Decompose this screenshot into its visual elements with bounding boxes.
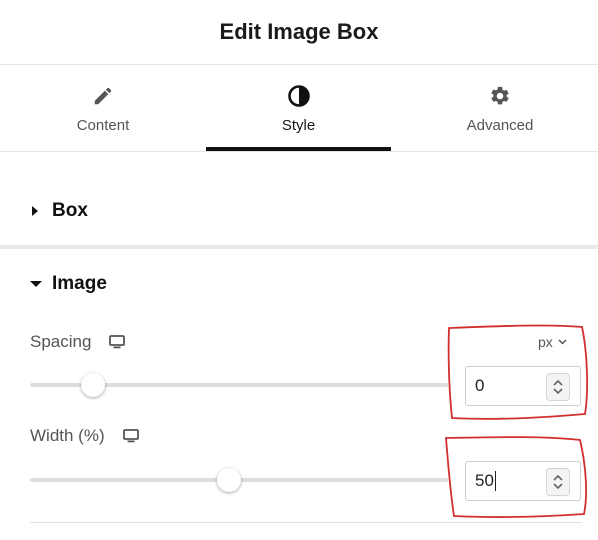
section-image-toggle[interactable]: Image [30,273,107,295]
tab-content-label: Content [76,116,130,134]
tab-style-label: Style [281,116,316,134]
spacing-unit-select[interactable]: px [538,334,567,350]
tab-advanced[interactable]: Advanced [410,65,590,151]
tab-advanced-label: Advanced [466,116,534,134]
spacing-slider-thumb[interactable] [80,373,105,397]
pencil-icon [92,83,114,109]
spacing-stepper[interactable] [546,373,570,401]
width-label: Width (%) [30,426,105,445]
width-label-row: Width (%) [30,426,139,446]
bottom-divider [30,522,582,523]
section-box-toggle[interactable]: Box [30,200,88,222]
spacing-value: 0 [475,376,485,395]
width-input[interactable]: 50 [465,461,581,501]
spacing-input[interactable]: 0 [465,366,581,406]
monitor-icon[interactable] [122,429,139,443]
tab-style[interactable]: Style [206,65,391,151]
tab-bar: Content Style Advanced [0,65,598,152]
text-cursor [494,471,496,491]
spacing-unit-label: px [538,334,553,350]
gear-icon [489,83,511,109]
stepper-arrows-icon [553,474,563,490]
tab-content[interactable]: Content [20,65,186,151]
panel-header: Edit Image Box [0,0,598,65]
spacing-label: Spacing [30,332,92,351]
active-tab-indicator [206,147,391,151]
section-divider [0,245,598,249]
monitor-icon[interactable] [109,335,126,349]
caret-down-icon [30,276,46,292]
width-value: 50 [475,471,494,490]
section-box-title: Box [52,200,88,221]
caret-right-icon [30,203,46,219]
stepper-arrows-icon [553,379,563,395]
width-stepper[interactable] [546,468,570,496]
contrast-icon [287,83,311,109]
chevron-down-icon [558,339,567,345]
spacing-label-row: Spacing [30,332,126,352]
width-slider-thumb[interactable] [216,468,241,492]
section-image-title: Image [52,273,107,294]
panel-title: Edit Image Box [219,19,379,44]
